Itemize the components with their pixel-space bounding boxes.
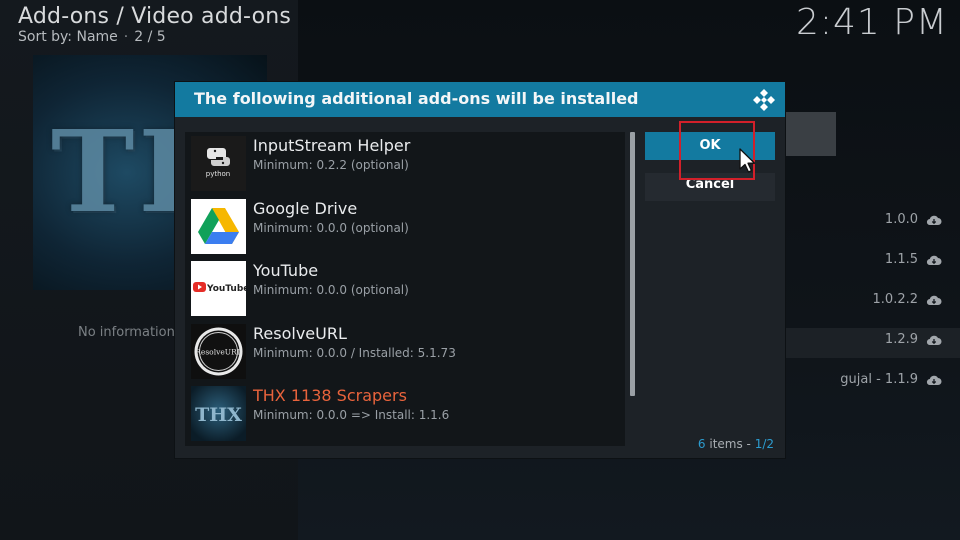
version-label: 1.2.9 — [884, 332, 918, 347]
install-dependencies-dialog: The following additional add-ons will be… — [175, 82, 785, 458]
addon-name: Google Drive — [253, 199, 358, 218]
list-item[interactable]: python InputStream Helper Minimum: 0.2.2… — [191, 133, 625, 191]
addon-list[interactable]: python InputStream Helper Minimum: 0.2.2… — [185, 132, 625, 446]
cancel-button[interactable]: Cancel — [645, 173, 775, 201]
addon-detail: Minimum: 0.2.2 (optional) — [253, 158, 409, 172]
addon-version-row[interactable]: 1.0.0 — [885, 212, 942, 227]
addon-version-row[interactable]: gujal - 1.1.9 — [840, 372, 942, 387]
addon-detail: Minimum: 0.0.0 / Installed: 5.1.73 — [253, 346, 456, 360]
addon-name: InputStream Helper — [253, 136, 411, 155]
dialog-title: The following additional add-ons will be… — [194, 89, 639, 108]
cloud-download-icon — [926, 215, 942, 225]
items-count: 6 items - 1/2 — [698, 437, 774, 451]
list-item[interactable]: Google Drive Minimum: 0.0.0 (optional) — [191, 196, 625, 254]
google-drive-icon — [191, 199, 246, 254]
list-item[interactable]: THX THX 1138 Scrapers Minimum: 0.0.0 => … — [191, 383, 625, 441]
no-info-text: No information a — [78, 325, 187, 340]
resolveurl-thumb-text: ResolveURL — [195, 348, 241, 357]
addon-detail: Minimum: 0.0.0 (optional) — [253, 221, 409, 235]
list-item[interactable]: YouTube YouTube Minimum: 0.0.0 (optional… — [191, 258, 625, 316]
clock: 2:41 PM — [795, 2, 948, 43]
youtube-logo-icon: YouTube — [191, 261, 246, 316]
sort-separator: · — [123, 29, 129, 45]
addon-name-selected: THX 1138 Scrapers — [253, 386, 407, 405]
addon-version-row[interactable]: 1.0.2.2 — [873, 292, 942, 307]
dialog-header: The following additional add-ons will be… — [175, 82, 785, 117]
version-label: 1.1.5 — [884, 252, 918, 267]
resolveurl-logo-icon: ResolveURL — [191, 324, 246, 379]
list-item[interactable]: ResolveURL ResolveURL Minimum: 0.0.0 / I… — [191, 321, 625, 379]
addon-detail: Minimum: 0.0.0 (optional) — [253, 283, 409, 297]
page-position: 2 / 5 — [134, 29, 166, 45]
mouse-pointer-icon — [739, 148, 756, 173]
page-indicator: 1/2 — [754, 437, 774, 451]
addon-version-row[interactable]: 1.1.5 — [885, 252, 942, 267]
version-label: 1.0.0 — [884, 212, 918, 227]
thx-logo-icon: THX — [191, 386, 246, 441]
breadcrumb: Add-ons / Video add-ons — [18, 4, 292, 29]
python-logo-icon: python — [191, 136, 246, 191]
cloud-download-icon — [926, 375, 942, 385]
python-logo-icon: python — [191, 136, 246, 191]
thx-logo-icon: THX — [191, 386, 246, 441]
addon-name: YouTube — [253, 261, 319, 280]
items-count-text: items - — [705, 437, 755, 451]
cloud-download-icon — [926, 295, 942, 305]
addon-name: ResolveURL — [253, 324, 347, 343]
sort-info: Sort by: Name · 2 / 5 — [18, 29, 166, 45]
resolveurl-logo-icon: ResolveURL — [191, 324, 246, 379]
addon-version-row[interactable]: 1.2.9 — [885, 332, 942, 347]
sort-label[interactable]: Sort by: Name — [18, 29, 118, 45]
python-thumb-text: python — [206, 170, 231, 178]
youtube-thumb-text: YouTube — [206, 284, 246, 294]
background-highlight-bar — [780, 112, 836, 156]
google-drive-icon — [191, 199, 246, 254]
version-label: 1.0.2.2 — [872, 292, 918, 307]
version-label: gujal - 1.1.9 — [840, 372, 918, 387]
list-scrollbar[interactable] — [630, 132, 635, 396]
items-count-number: 6 — [697, 437, 706, 451]
addon-detail: Minimum: 0.0.0 => Install: 1.1.6 — [253, 408, 450, 422]
cloud-download-icon — [926, 335, 942, 345]
cloud-download-icon — [926, 255, 942, 265]
youtube-logo-icon: YouTube — [191, 261, 246, 316]
kodi-logo-icon — [753, 89, 775, 111]
thx-thumb-text: THX — [195, 404, 242, 426]
